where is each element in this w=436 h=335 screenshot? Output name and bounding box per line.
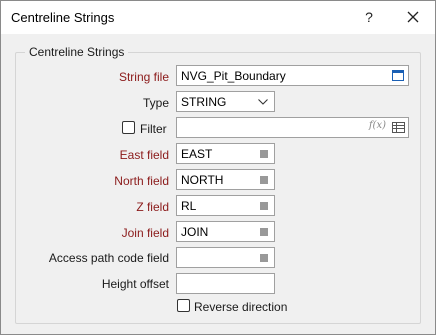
filter-input[interactable]: f(x) [176, 117, 409, 138]
reverse-direction-label: Reverse direction [194, 300, 288, 314]
string-file-input[interactable]: NVG_Pit_Boundary [176, 65, 409, 86]
east-field-value: EAST [181, 147, 213, 161]
title-bar: Centreline Strings ? [1, 1, 435, 34]
type-label: Type [142, 96, 169, 110]
group-legend: Centreline Strings [25, 45, 129, 59]
z-field-value: RL [181, 199, 197, 213]
help-button[interactable]: ? [347, 1, 391, 33]
join-field-value: JOIN [181, 225, 209, 239]
close-icon [407, 11, 419, 23]
string-file-value: NVG_Pit_Boundary [181, 69, 286, 83]
table-icon[interactable] [390, 119, 406, 136]
z-field-input[interactable]: RL [176, 195, 275, 216]
access-path-code-field-input[interactable] [176, 247, 275, 268]
window-title: Centreline Strings [11, 10, 115, 25]
north-field-value: NORTH [181, 173, 224, 187]
north-field-input[interactable]: NORTH [176, 169, 275, 190]
list-icon[interactable] [256, 197, 272, 214]
join-field-input[interactable]: JOIN [176, 221, 275, 242]
join-field-label: Join field [121, 226, 169, 240]
height-offset-input[interactable] [176, 273, 275, 294]
list-icon[interactable] [256, 223, 272, 240]
chevron-down-icon [255, 93, 271, 110]
z-field-label: Z field [136, 200, 169, 214]
height-offset-label: Height offset [101, 277, 169, 291]
help-icon: ? [365, 9, 373, 25]
type-select[interactable]: STRING [176, 91, 275, 112]
function-icon[interactable]: f(x) [369, 120, 386, 131]
east-field-input[interactable]: EAST [176, 143, 275, 164]
east-field-label: East field [119, 148, 169, 162]
filter-label: Filter [140, 122, 167, 136]
type-value: STRING [181, 95, 227, 109]
close-button[interactable] [391, 1, 435, 33]
file-browse-icon[interactable] [390, 67, 406, 84]
north-field-label: North field [114, 174, 169, 188]
access-path-code-field-label: Access path code field [48, 251, 169, 265]
list-icon[interactable] [256, 145, 272, 162]
reverse-direction-checkbox[interactable] [177, 299, 190, 312]
list-icon[interactable] [256, 249, 272, 266]
string-file-label: String file [118, 70, 169, 84]
list-icon[interactable] [256, 171, 272, 188]
dialog-window: Centreline Strings ? Centreline Strings … [0, 0, 436, 335]
filter-checkbox[interactable] [122, 121, 135, 134]
